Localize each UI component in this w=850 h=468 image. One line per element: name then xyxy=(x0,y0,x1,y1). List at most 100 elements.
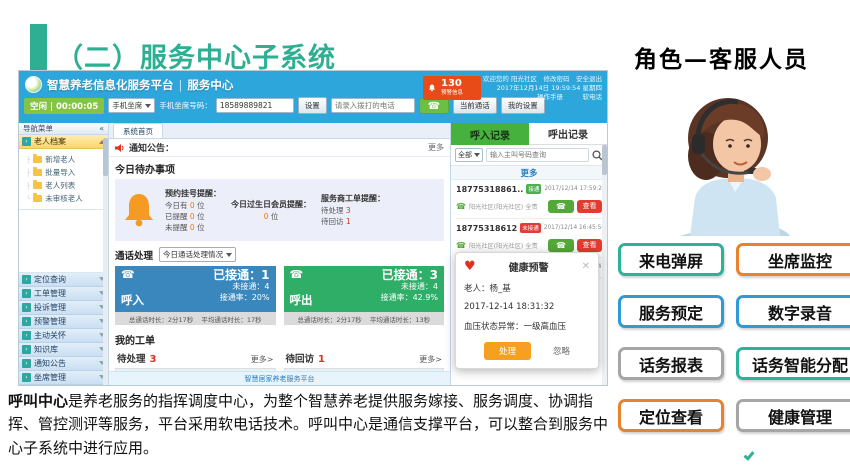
chevron-down-icon xyxy=(226,253,232,257)
seat-number-input[interactable] xyxy=(216,98,294,113)
sidebar-group-label: 老人档案 xyxy=(34,136,66,147)
chevron-down-icon xyxy=(145,104,151,108)
arrow-icon: › xyxy=(22,331,31,340)
view-button[interactable]: 查看 xyxy=(577,200,602,213)
sidebar-group[interactable]: ›工单管理 xyxy=(19,287,108,301)
records-scrollbar[interactable] xyxy=(602,145,607,385)
elder-name-line: 老人：杨_基 xyxy=(464,282,590,294)
user-links[interactable]: 欢迎您的 阳光社区 修改密码 安全退出 xyxy=(483,75,602,84)
decorative-check-icon xyxy=(743,449,754,461)
sidebar-item[interactable]: ├老人列表 xyxy=(26,179,106,192)
sidebar-group-elder-archive[interactable]: › 老人档案 xyxy=(19,135,108,149)
sidebar-group[interactable]: ›坐席管理 xyxy=(19,371,108,385)
role-title: 角色—客服人员 xyxy=(634,40,809,74)
sidebar-item[interactable]: └未审核老人 xyxy=(26,192,106,205)
status-badge: 接通 xyxy=(526,184,541,194)
feature-button[interactable]: 话务报表 xyxy=(618,347,724,380)
health-alert-popup: ♥ 健康预警 ✕ 老人：杨_基 2017-12-14 18:31:32 血压状态… xyxy=(455,252,599,369)
status-badge: 未接通 xyxy=(520,223,541,233)
sidebar-group[interactable]: ›知识库 xyxy=(19,343,108,357)
seat-type-select[interactable]: 手机坐席 xyxy=(108,98,155,113)
feature-button[interactable]: 数字录音 xyxy=(736,295,850,328)
notice-row: 通知公告： 更多 xyxy=(109,139,450,157)
app-title: 智慧养老信息化服务平台 xyxy=(47,77,174,93)
call-filter-select[interactable]: 今日通话处理情况 xyxy=(159,247,236,262)
arrow-icon: › xyxy=(22,373,31,382)
app-footer: 智慧居家养老服务平台 xyxy=(109,371,450,385)
notice-more-link[interactable]: 更多 xyxy=(428,142,444,153)
sidebar-children: ├新增老人 ├批量导入 ├老人列表 └未审核老人 xyxy=(19,149,108,210)
app-logo-icon xyxy=(25,76,42,93)
sidebar-item[interactable]: ├批量导入 xyxy=(26,166,106,179)
callback-more-link[interactable]: 更多> xyxy=(419,354,442,365)
call-in-card: ☎ 呼入 已接通：1 未接通：4 接通率：20% 总通话时长：2分17秒 平均通… xyxy=(115,266,276,325)
folder-icon xyxy=(33,156,42,163)
view-button[interactable]: 查看 xyxy=(577,239,602,252)
alert-badge[interactable]: 130 预警信息 xyxy=(423,76,481,100)
agent-status-badge: 空闲 | 00:00:05 xyxy=(24,98,104,114)
todo-title: 今日待办事项 xyxy=(109,157,450,179)
collapse-icon[interactable]: « xyxy=(99,124,104,133)
folder-icon xyxy=(33,169,42,176)
records-scroll-thumb[interactable] xyxy=(602,145,607,175)
alert-label: 预警信息 xyxy=(441,91,463,97)
app-subtitle: 服务中心 xyxy=(187,77,233,93)
feature-button[interactable]: 坐席监控 xyxy=(736,243,850,276)
callback-button[interactable]: ☎ xyxy=(548,200,574,213)
pending-more-link[interactable]: 更多> xyxy=(251,354,274,365)
sidebar-group[interactable]: ›预警管理 xyxy=(19,315,108,329)
arrow-icon: › xyxy=(22,359,31,368)
record-filter-select[interactable]: 全部 xyxy=(455,148,483,162)
sidebar-scroll-thumb[interactable] xyxy=(103,138,108,176)
sidebar-group[interactable]: ›定位查询 xyxy=(19,273,108,287)
sidebar-item[interactable]: ├新增老人 xyxy=(26,153,106,166)
description-paragraph: 呼叫中心是养老服务的指挥调度中心，为整个智慧养老提供服务嫁接、服务调度、协调指挥… xyxy=(8,390,620,460)
ignore-button[interactable]: 忽略 xyxy=(553,345,570,357)
callback-button[interactable]: ☎ xyxy=(548,239,574,252)
workorder-title: 我的工单 xyxy=(109,325,450,349)
tab-home[interactable]: 系统首页 xyxy=(113,123,163,138)
incoming-call-icon: ☎ xyxy=(456,203,466,211)
tree-line: ├ xyxy=(26,156,30,164)
feature-button[interactable]: 来电弹屏 xyxy=(618,243,724,276)
tab-call-out-records[interactable]: 呼出记录 xyxy=(529,123,607,145)
main-content: 系统首页 通知公告： 更多 今日待办事项 xyxy=(109,123,451,385)
sidebar-group[interactable]: ›通知公告 xyxy=(19,357,108,371)
close-icon[interactable]: ✕ xyxy=(582,262,590,272)
alert-status-line: 血压状态异常：一级高血压 xyxy=(464,320,590,332)
sidebar-title: 导航菜单 xyxy=(23,123,53,134)
tab-call-in-records[interactable]: 呼入记录 xyxy=(451,123,529,145)
slide: （二）服务中心子系统 角色—客服人员 来电弹屏 坐席监控 服务预定 xyxy=(0,0,850,468)
seat-number-label: 手机坐席号码： xyxy=(159,100,212,111)
reminder-panel: 预约挂号提醒： 今日有 0 位 已提醒 0 位 未提醒 0 位 今日过生日会员提… xyxy=(115,179,444,241)
settings-button[interactable]: 设置 xyxy=(298,97,327,114)
feature-button[interactable]: 话务智能分配 xyxy=(736,347,850,380)
call-record-panel: 呼入记录 呼出记录 全部 更多 18775318861.. xyxy=(451,123,607,385)
reminder-provider: 服务商工单提醒： 待处理 3 待回访 1 xyxy=(321,193,385,227)
notice-label: 通知公告： xyxy=(129,141,174,154)
sidebar-group[interactable]: ›主动关怀 xyxy=(19,329,108,343)
folder-icon xyxy=(33,182,42,189)
call-section-label: 通话处理 xyxy=(115,248,153,262)
feature-button[interactable]: 健康管理 xyxy=(736,399,850,432)
arrow-icon: › xyxy=(22,303,31,312)
customer-service-photo xyxy=(640,86,828,236)
handle-button[interactable]: 处理 xyxy=(484,342,531,360)
header-links[interactable]: 操作手册 软电话 xyxy=(483,93,602,102)
alert-count: 130 xyxy=(441,79,463,89)
feature-button[interactable]: 服务预定 xyxy=(618,295,724,328)
sidebar-filler xyxy=(19,210,108,272)
speaker-icon xyxy=(115,144,125,152)
call-out-label: 呼出 xyxy=(290,292,313,308)
dial-input[interactable] xyxy=(331,98,415,113)
app-screenshot: 智慧养老信息化服务平台 | 服务中心 130 预警信息 欢迎您的 阳光社区 修改… xyxy=(18,70,608,386)
tree-line: ├ xyxy=(26,169,30,177)
sidebar-group[interactable]: ›投诉管理 xyxy=(19,301,108,315)
arrow-icon: › xyxy=(22,137,31,146)
feature-button[interactable]: 定位查看 xyxy=(618,399,724,432)
popup-title: 健康预警 xyxy=(476,259,582,274)
caller-search-input[interactable] xyxy=(486,148,589,162)
alert-time-line: 2017-12-14 18:31:32 xyxy=(464,302,590,312)
records-more-link[interactable]: 更多 xyxy=(451,166,607,180)
app-header: 智慧养老信息化服务平台 | 服务中心 130 预警信息 欢迎您的 阳光社区 修改… xyxy=(19,71,607,123)
